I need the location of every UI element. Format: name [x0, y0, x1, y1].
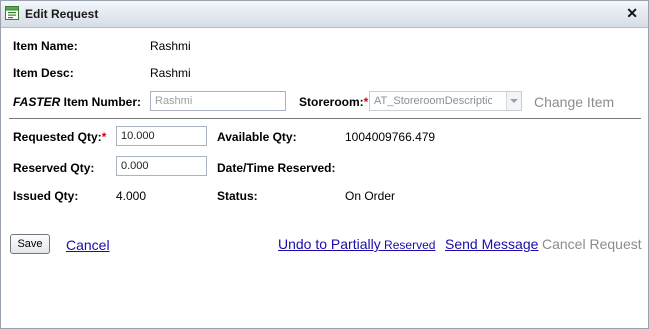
dialog-title: Edit Request: [25, 7, 99, 21]
undo-link-small-text: Reserved: [380, 238, 436, 252]
storeroom-select[interactable]: AT_StoreroomDescription: [369, 91, 522, 111]
section-divider: [9, 118, 641, 119]
cancel-link[interactable]: Cancel: [66, 237, 110, 253]
item-name-value: Rashmi: [150, 39, 191, 53]
change-item-link[interactable]: Change Item: [534, 94, 614, 110]
item-name-label: Item Name:: [13, 39, 78, 53]
item-desc-label: Item Desc:: [13, 66, 74, 80]
requested-qty-label: Requested Qty:*: [13, 130, 106, 144]
send-message-link[interactable]: Send Message: [445, 236, 538, 252]
item-number-field[interactable]: Rashmi: [150, 91, 286, 111]
available-qty-label: Available Qty:: [217, 130, 297, 144]
requested-qty-field[interactable]: 10.000: [116, 126, 207, 146]
title-bar[interactable]: Edit Request ✕: [1, 1, 648, 28]
available-qty-value: 1004009766.479: [345, 130, 436, 144]
faster-brand-label: FASTER: [13, 95, 61, 109]
status-value: On Order: [345, 189, 396, 203]
required-marker: *: [363, 95, 369, 109]
storeroom-label-text: Storeroom:: [299, 95, 364, 109]
status-label: Status:: [217, 189, 258, 203]
storeroom-selected-value: AT_StoreroomDescription: [374, 95, 492, 107]
chevron-down-icon[interactable]: [506, 92, 521, 110]
item-number-label-text: Item Number:: [60, 95, 142, 109]
date-time-reserved-label: Date/Time Reserved:: [217, 161, 336, 175]
cancel-request-link[interactable]: Cancel Request: [542, 236, 642, 252]
form-icon: [5, 6, 19, 20]
undo-link-main-text: Undo to Partially: [278, 236, 381, 252]
edit-request-dialog: Edit Request ✕ Item Name: Rashmi Item De…: [0, 0, 649, 329]
reserved-qty-label: Reserved Qty:: [13, 161, 95, 175]
item-number-label: FASTER Item Number:: [13, 95, 141, 109]
issued-qty-value: 4.000: [116, 189, 147, 203]
undo-to-partially-reserved-link[interactable]: Undo to Partially Reserved: [278, 236, 435, 252]
requested-qty-label-text: Requested Qty:: [13, 130, 102, 144]
storeroom-label: Storeroom:*: [299, 95, 368, 109]
issued-qty-label: Issued Qty:: [13, 189, 79, 203]
reserved-qty-field[interactable]: 0.000: [116, 156, 207, 176]
save-button[interactable]: Save: [10, 234, 50, 254]
close-icon[interactable]: ✕: [626, 5, 638, 22]
item-desc-value: Rashmi: [150, 66, 191, 80]
required-marker: *: [101, 130, 107, 144]
